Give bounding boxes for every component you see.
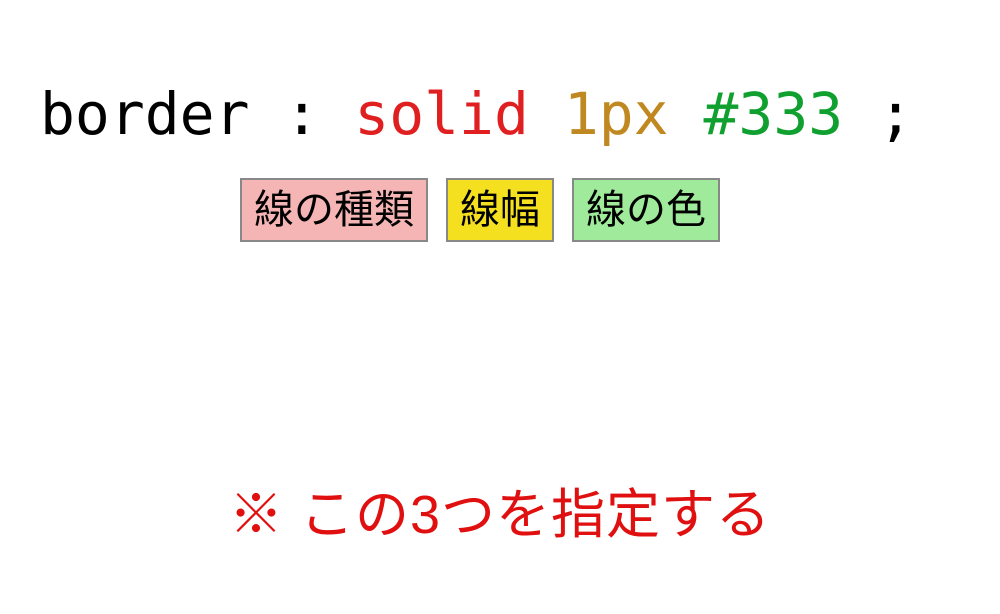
code-semicolon: ;: [843, 80, 913, 148]
code-colon: :: [250, 80, 355, 148]
code-space: [529, 80, 564, 148]
code-value-width: 1px: [564, 80, 669, 148]
label-color: 線の色: [572, 178, 720, 242]
code-space: [669, 80, 704, 148]
labels-row: 線の種類 線幅 線の色: [240, 178, 720, 242]
code-value-color: #333: [704, 80, 844, 148]
label-width: 線幅: [446, 178, 554, 242]
label-style: 線の種類: [240, 178, 428, 242]
note-text: ※ この3つを指定する: [0, 470, 1000, 549]
code-value-style: solid: [354, 80, 529, 148]
code-property: border: [40, 80, 250, 148]
css-code-line: border : solid 1px #333 ;: [40, 80, 913, 148]
